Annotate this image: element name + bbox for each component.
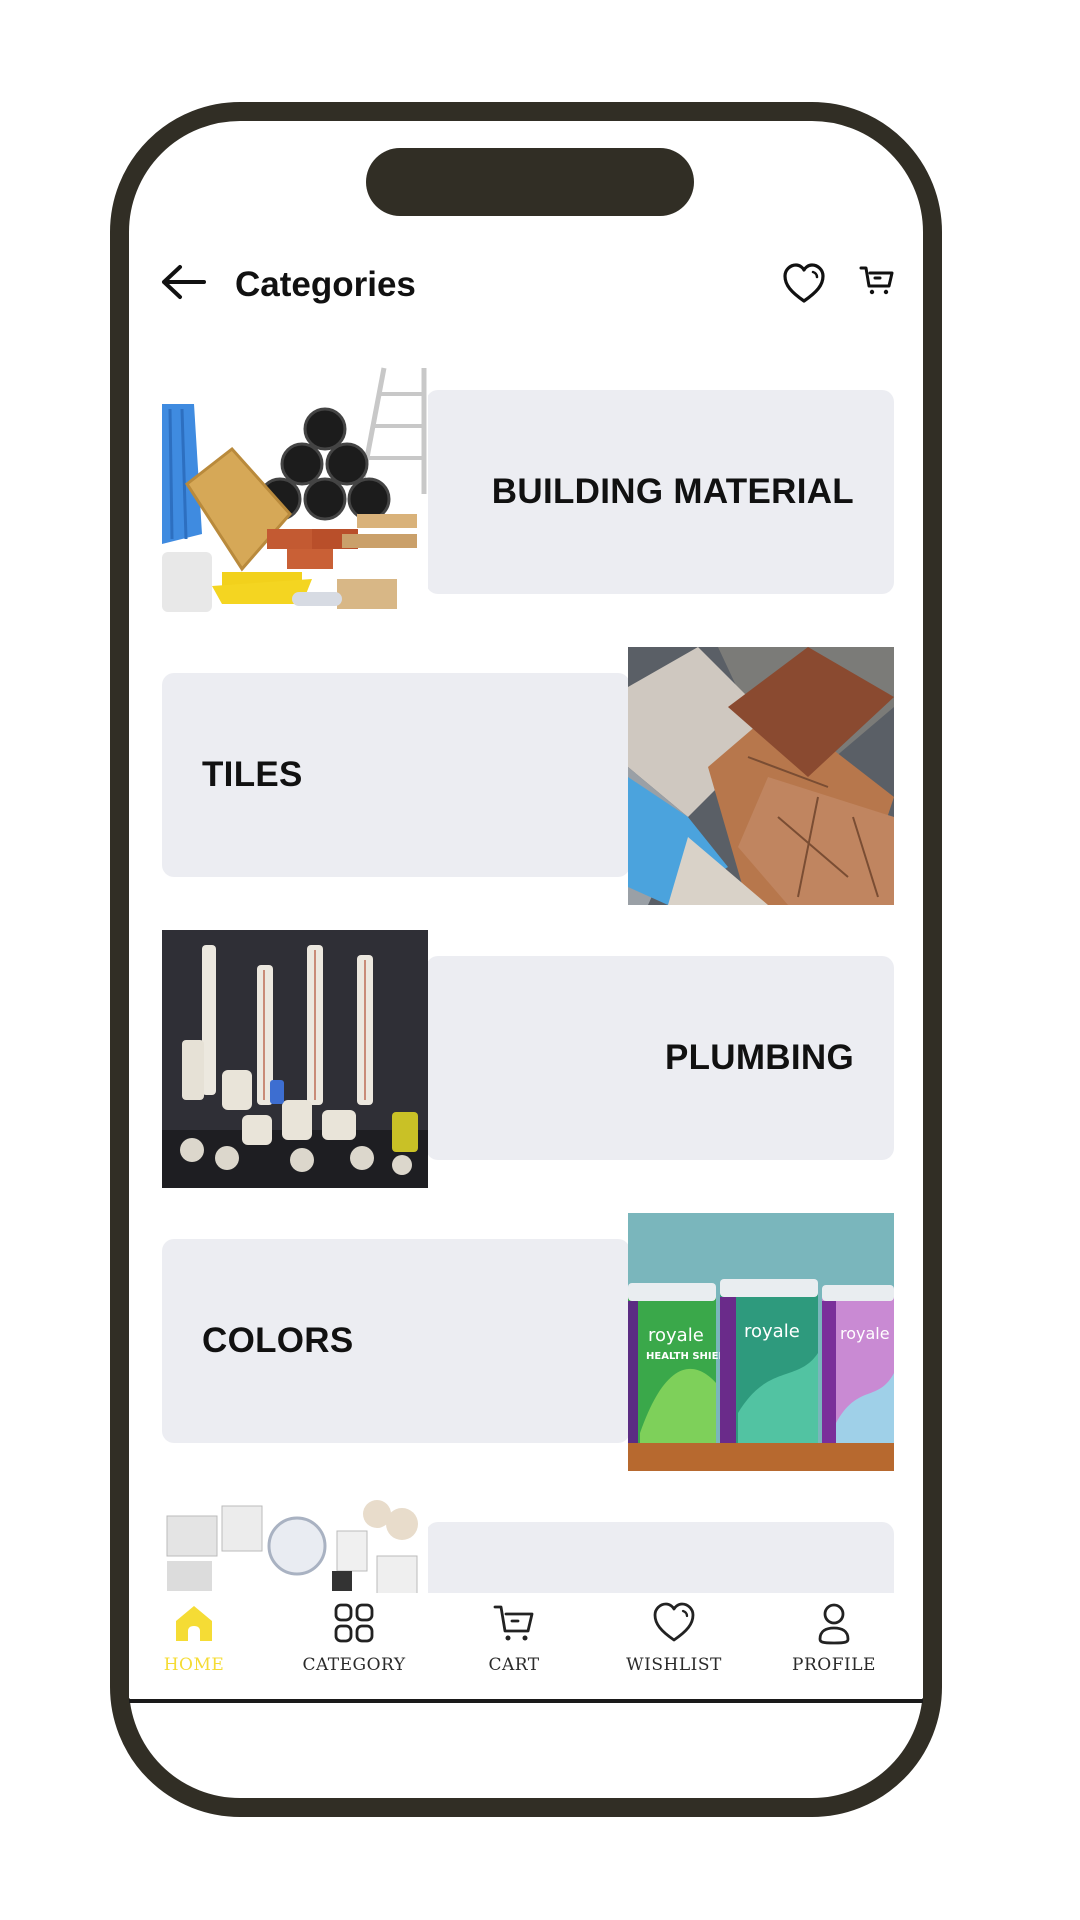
nav-profile[interactable]: PROFILE bbox=[769, 1593, 899, 1693]
nav-home[interactable]: HOME bbox=[129, 1593, 259, 1693]
back-button[interactable] bbox=[159, 262, 207, 302]
cart-icon bbox=[859, 266, 894, 295]
category-card-colors[interactable]: COLORS royale HEALTH SHIELD royale royal… bbox=[162, 1213, 894, 1473]
category-label: COLORS bbox=[202, 1321, 354, 1360]
heart-icon bbox=[783, 263, 825, 303]
nav-wishlist[interactable]: WISHLIST bbox=[609, 1593, 739, 1693]
nav-cart-label: CART bbox=[488, 1655, 540, 1675]
nav-wishlist-label: WISHLIST bbox=[626, 1655, 722, 1675]
category-card-background bbox=[426, 1522, 894, 1593]
nav-home-label: HOME bbox=[163, 1655, 225, 1675]
nav-cart[interactable]: CART bbox=[449, 1593, 579, 1693]
electrical-image bbox=[162, 1496, 428, 1593]
category-list[interactable]: BUILDING MATERIAL TILES PLUMBING COLORS … bbox=[0, 355, 1080, 1593]
category-label: PLUMBING bbox=[664, 1038, 854, 1077]
nav-category[interactable]: CATEGORY bbox=[289, 1593, 419, 1693]
dynamic-island bbox=[366, 148, 694, 216]
page-title: Categories bbox=[235, 265, 416, 304]
category-card-plumbing[interactable]: PLUMBING bbox=[162, 930, 894, 1190]
nav-category-label: CATEGORY bbox=[302, 1655, 406, 1675]
bottom-navigation: HOME CATEGORY CART WISHLIST PROFILE bbox=[129, 1593, 923, 1698]
cart-button[interactable] bbox=[858, 262, 902, 306]
grid-icon bbox=[334, 1603, 374, 1643]
building-material-image bbox=[162, 364, 428, 622]
home-icon bbox=[176, 1606, 212, 1641]
colors-image: royale HEALTH SHIELD royale royale bbox=[628, 1213, 894, 1471]
arrow-left-icon bbox=[162, 265, 206, 299]
category-card-tiles[interactable]: TILES bbox=[162, 647, 894, 907]
category-label: BUILDING MATERIAL bbox=[491, 472, 854, 511]
tiles-image bbox=[628, 647, 894, 905]
heart-icon bbox=[653, 1602, 695, 1642]
nav-profile-label: PROFILE bbox=[792, 1655, 876, 1675]
home-indicator-bar bbox=[129, 1699, 923, 1703]
paint-brand-text: royale bbox=[648, 1325, 704, 1346]
wishlist-button[interactable] bbox=[782, 262, 826, 306]
category-card-electrical[interactable] bbox=[162, 1496, 894, 1593]
paint-brand-text: royale bbox=[744, 1321, 800, 1342]
user-icon bbox=[818, 1603, 850, 1645]
plumbing-image bbox=[162, 930, 428, 1188]
cart-icon bbox=[493, 1605, 534, 1641]
category-card-building-material[interactable]: BUILDING MATERIAL bbox=[162, 364, 894, 624]
paint-brand-text: royale bbox=[840, 1324, 890, 1343]
category-label: TILES bbox=[202, 755, 303, 794]
